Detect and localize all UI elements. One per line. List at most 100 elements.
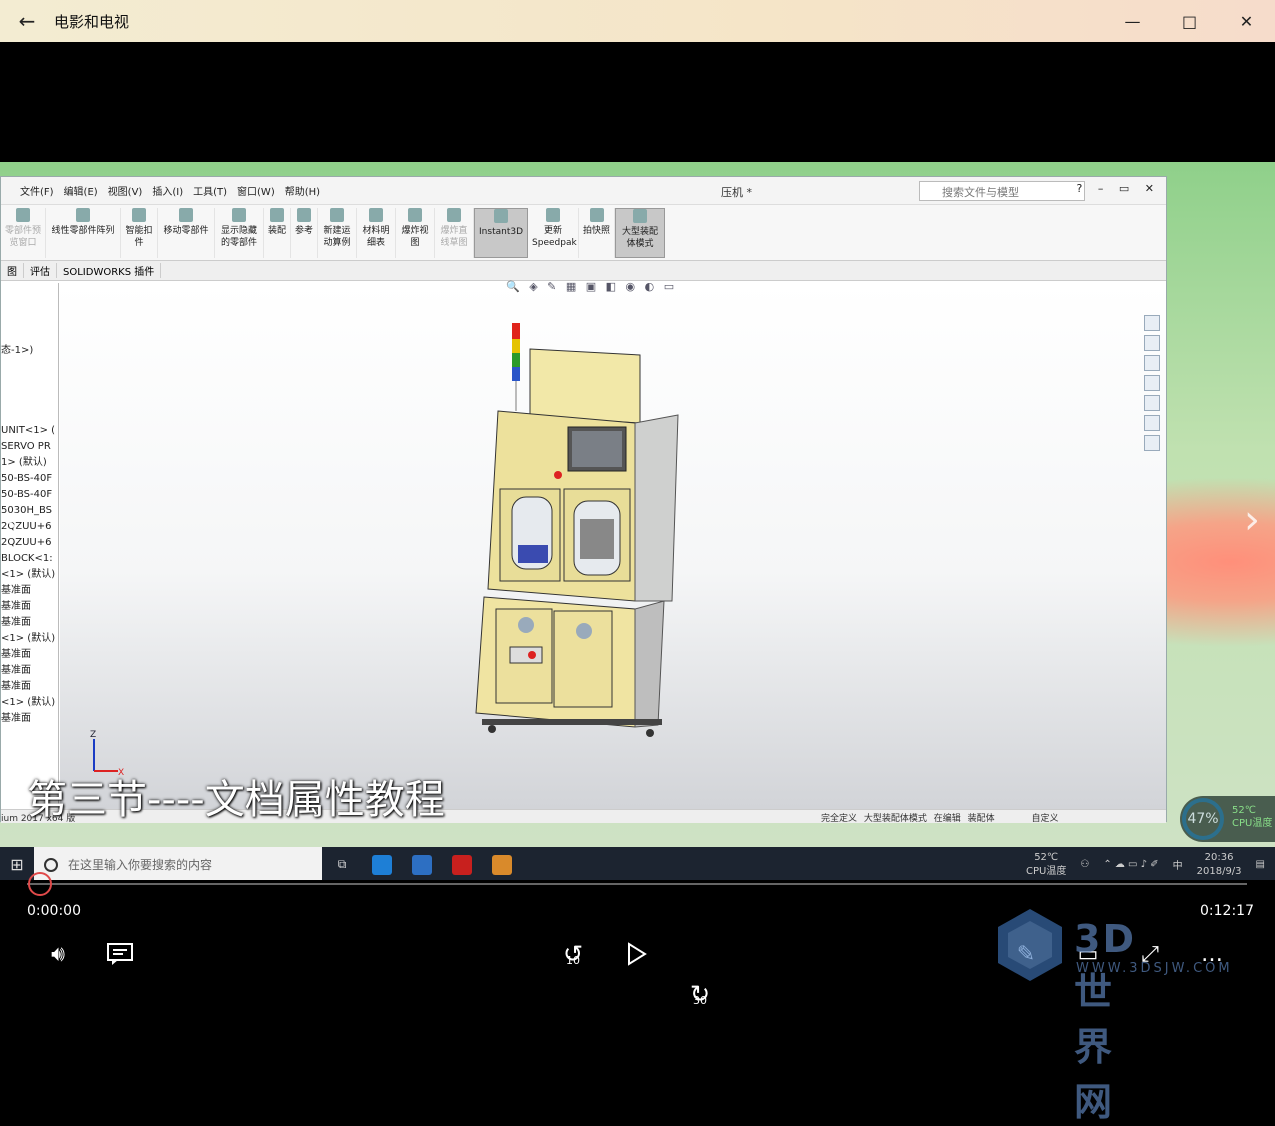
- cpu-widget: 47% 52℃ CPU温度: [1180, 796, 1275, 842]
- menu-window[interactable]: 窗口(W): [232, 183, 280, 198]
- taskbar-search[interactable]: 在这里输入你要搜索的内容: [34, 847, 322, 880]
- menu-help[interactable]: 帮助(H): [280, 183, 325, 198]
- menu-file[interactable]: 文件(F): [15, 183, 59, 198]
- tree-item[interactable]: 基准面: [1, 615, 58, 631]
- folder-icon[interactable]: [1144, 355, 1160, 371]
- video-frame[interactable]: 文件(F) 编辑(E) 视图(V) 插入(I) 工具(T) 窗口(W) 帮助(H…: [0, 162, 1275, 880]
- tree-item[interactable]: 基准面: [1, 679, 58, 695]
- menu-edit[interactable]: 编辑(E): [59, 183, 103, 198]
- app-icon[interactable]: [482, 847, 522, 880]
- ribbon-btn-9[interactable]: 爆炸视图: [396, 208, 436, 258]
- view-palette-icon[interactable]: [1144, 375, 1160, 391]
- tree-item[interactable]: BLOCK<1:: [1, 551, 58, 567]
- skip-forward-button[interactable]: ↻ 30: [680, 974, 720, 1014]
- close-button[interactable]: ✕: [1218, 0, 1275, 42]
- svg-text:Z: Z: [90, 730, 96, 740]
- menu-view[interactable]: 视图(V): [103, 183, 148, 198]
- tab-evaluate[interactable]: 评估: [24, 263, 57, 278]
- tray-icons[interactable]: ⌃ ☁ ▭ ♪ ✐: [1103, 859, 1158, 870]
- seek-knob[interactable]: [28, 872, 52, 896]
- sw-menu-bar: 文件(F) 编辑(E) 视图(V) 插入(I) 工具(T) 窗口(W) 帮助(H…: [1, 177, 1166, 205]
- play-button[interactable]: [616, 934, 656, 974]
- ribbon-icon: [330, 208, 345, 222]
- ribbon-btn-10[interactable]: 爆炸直线草图: [435, 208, 475, 258]
- tree-item[interactable]: 基准面: [1, 647, 58, 663]
- ribbon: 零部件预览窗口 线性零部件阵列 智能扣件 移动零部件 显示隐藏的零部件 装配 参…: [1, 205, 1166, 261]
- ime-indicator[interactable]: 中: [1173, 857, 1183, 872]
- ribbon-icon: [369, 208, 384, 222]
- clock[interactable]: 20:36 2018/9/3: [1197, 851, 1242, 879]
- search-input[interactable]: 搜索文件与模型: [919, 181, 1085, 201]
- document-name: 压机 *: [721, 186, 752, 199]
- tree-item[interactable]: 1> (默认): [1, 455, 58, 471]
- camera-icon: [589, 208, 604, 222]
- ribbon-btn-instant3d[interactable]: Instant3D: [474, 208, 529, 258]
- next-arrow-icon[interactable]: ›: [1244, 497, 1260, 543]
- view-toolbar[interactable]: 🔍 ◈ ✎ ▦ ▣ ◧ ◉ ◐ ▭: [506, 280, 677, 293]
- current-time: 0:00:00: [27, 903, 81, 919]
- tree-item[interactable]: <1> (默认): [1, 631, 58, 647]
- volume-icon[interactable]: 🔊︎: [38, 934, 78, 974]
- maximize-button[interactable]: □: [1161, 0, 1218, 42]
- previous-arrow-icon[interactable]: ‹: [4, 497, 20, 543]
- ribbon-btn-14[interactable]: 大型装配体模式: [615, 208, 666, 258]
- people-icon[interactable]: ⚇: [1080, 859, 1089, 870]
- title-bar: ← 电影和电视 — □ ✕: [0, 0, 1275, 42]
- ribbon-btn-2[interactable]: 智能扣件: [121, 208, 158, 258]
- tree-item[interactable]: 态-1>): [1, 343, 58, 359]
- minimize-button[interactable]: —: [1104, 0, 1161, 42]
- ribbon-btn-1[interactable]: 线性零部件阵列: [46, 208, 121, 258]
- captions-icon[interactable]: [100, 934, 140, 974]
- windows-taskbar: ⊞ 在这里输入你要搜索的内容 ⧉ 52℃ CPU温度 ⚇ ⌃ ☁ ▭ ♪ ✐ 中 …: [0, 847, 1275, 880]
- parts-icon[interactable]: [1144, 335, 1160, 351]
- tree-item[interactable]: SERVO PR: [1, 439, 58, 455]
- appearance-icon[interactable]: [1144, 395, 1160, 411]
- task-pane: [1144, 315, 1164, 451]
- tree-item[interactable]: <1> (默认): [1, 695, 58, 711]
- tree-item[interactable]: 50-BS-40F: [1, 471, 58, 487]
- menu-insert[interactable]: 插入(I): [147, 183, 188, 198]
- tree-item[interactable]: 基准面: [1, 711, 58, 727]
- status-info: 完全定义 大型装配体模式 在编辑 装配体 自定义: [821, 814, 1059, 824]
- tree-item[interactable]: 基准面: [1, 583, 58, 599]
- ribbon-icon: [297, 208, 312, 222]
- task-view-icon[interactable]: ⧉: [322, 847, 362, 880]
- ribbon-icon: [408, 208, 423, 222]
- cortana-icon: [44, 857, 58, 872]
- ribbon-btn-7[interactable]: 新建运动算例: [318, 208, 358, 258]
- tree-item[interactable]: <1> (默认): [1, 567, 58, 583]
- tree-item[interactable]: 基准面: [1, 599, 58, 615]
- ribbon-icon: [76, 208, 90, 222]
- ribbon-btn-12[interactable]: 更新Speedpak: [528, 208, 580, 258]
- ribbon-btn-8[interactable]: 材料明细表: [357, 208, 397, 258]
- ribbon-icon: [179, 208, 193, 222]
- ribbon-btn-0[interactable]: 零部件预览窗口: [1, 208, 46, 258]
- solidworks-icon[interactable]: [442, 847, 482, 880]
- duration: 0:12:17: [1200, 903, 1254, 919]
- ribbon-btn-5[interactable]: 装配: [264, 208, 292, 258]
- graphics-area[interactable]: Z X: [60, 283, 1166, 809]
- notification-icon[interactable]: ▤: [1256, 859, 1265, 870]
- tree-item[interactable]: 基准面: [1, 663, 58, 679]
- properties-icon[interactable]: [1144, 415, 1160, 431]
- cpu-usage: 47%: [1182, 798, 1224, 840]
- ribbon-btn-4[interactable]: 显示隐藏的零部件: [215, 208, 264, 258]
- ribbon-icon: [633, 209, 648, 223]
- tab-addins[interactable]: SOLIDWORKS 插件: [57, 263, 162, 278]
- tree-item[interactable]: UNIT<1> (: [1, 423, 58, 439]
- sw-window-controls[interactable]: ? – ▭ ✕: [1077, 182, 1160, 195]
- home-icon[interactable]: [1144, 315, 1160, 331]
- ribbon-btn-3[interactable]: 移动零部件: [158, 208, 215, 258]
- edge-icon[interactable]: [362, 847, 402, 880]
- ribbon-btn-13[interactable]: 拍快照: [579, 208, 616, 258]
- ribbon-btn-6[interactable]: 参考: [291, 208, 319, 258]
- tab-0[interactable]: 图: [1, 263, 24, 278]
- solidworks-window: 文件(F) 编辑(E) 视图(V) 插入(I) 工具(T) 窗口(W) 帮助(H…: [0, 176, 1167, 824]
- forum-icon[interactable]: [1144, 435, 1160, 451]
- menu-tools[interactable]: 工具(T): [188, 183, 232, 198]
- app-icon[interactable]: [402, 847, 442, 880]
- windows-start-icon[interactable]: ⊞: [0, 855, 34, 874]
- seek-bar[interactable]: [27, 883, 1247, 885]
- arrow-left-icon[interactable]: ←: [0, 9, 54, 33]
- skip-back-button[interactable]: ↺ 10: [553, 934, 593, 974]
